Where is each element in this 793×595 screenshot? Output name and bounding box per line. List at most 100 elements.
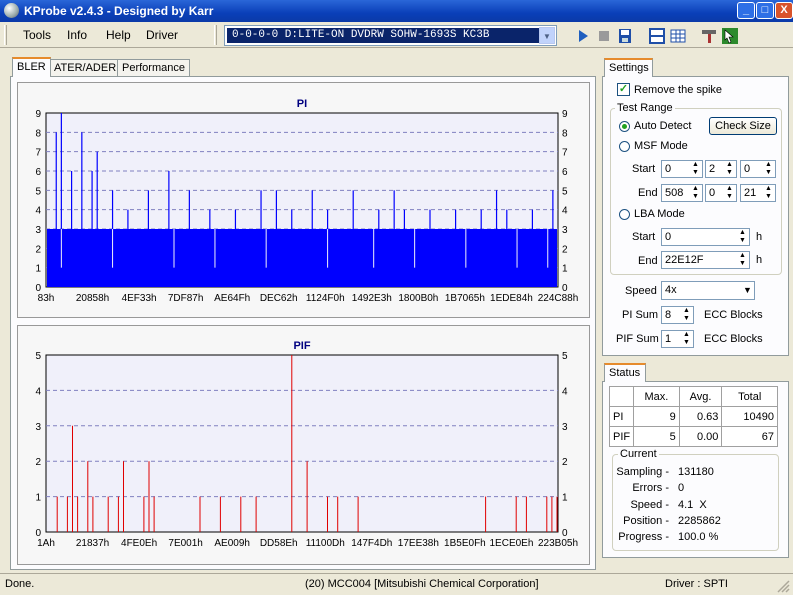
spin-arrows-icon[interactable]: ▲ ▼ [763, 161, 774, 177]
y-tick-label: 1 [35, 264, 41, 275]
remove-spike-label: Remove the spike [634, 84, 723, 96]
table-header [608, 386, 635, 407]
spin-arrows-icon[interactable]: ▲ ▼ [737, 252, 748, 268]
stop-icon[interactable] [595, 27, 613, 45]
x-tick-label: 1Ah [37, 538, 55, 549]
title-bar[interactable]: KProbe v2.4.3 - Designed by Karr _ □ X [0, 0, 793, 22]
tab-performance[interactable]: Performance [117, 59, 190, 77]
spin-arrows-icon[interactable]: ▲ ▼ [681, 307, 692, 323]
y-tick-label: 2 [35, 457, 41, 468]
menu-help[interactable]: Help [106, 28, 131, 42]
x-tick-label: 1EDE84h [490, 293, 533, 304]
status-bar: Done. (20) MCC004 [Mitsubishi Chemical C… [0, 573, 793, 595]
y-tick-label-right: 2 [562, 244, 568, 255]
msf-end-frame[interactable]: 21 ▲ ▼ [740, 184, 776, 202]
menu-tools[interactable]: Tools [23, 28, 51, 42]
help-icon[interactable] [721, 27, 739, 45]
play-icon[interactable] [574, 27, 592, 45]
pif-sum-input[interactable]: 1 ▲ ▼ [661, 330, 694, 348]
check-size-button[interactable]: Check Size [709, 117, 777, 135]
speed-label: Speed [625, 285, 657, 297]
msf-start-frame[interactable]: 0 ▲ ▼ [740, 160, 776, 178]
maximize-button[interactable]: □ [756, 2, 774, 19]
x-tick-label: 20858h [76, 293, 109, 304]
grid-icon[interactable] [669, 27, 687, 45]
y-tick-label-right: 1 [562, 493, 568, 504]
window-title: KProbe v2.4.3 - Designed by Karr [24, 4, 214, 18]
table-header: Max. [633, 386, 680, 407]
x-tick-label: 21837h [76, 538, 109, 549]
speed-select[interactable]: 4x ▼ [661, 281, 755, 300]
menu-info[interactable]: Info [67, 28, 87, 42]
tab-bler[interactable]: BLER [12, 57, 51, 77]
y-tick-label: 8 [35, 128, 41, 139]
drive-select[interactable]: 0-0-0-0 D:LITE-ON DVDRW SOHW-1693S KC3B … [224, 25, 557, 46]
x-tick-label: 7DF87h [168, 293, 204, 304]
close-button[interactable]: X [775, 2, 793, 19]
resize-grip-icon[interactable] [776, 579, 790, 593]
pi-sum-input[interactable]: 8 ▲ ▼ [661, 306, 694, 324]
driver-info: Driver : SPTI [665, 578, 728, 590]
toolbar-grip[interactable] [4, 25, 7, 45]
x-tick-label: 1492E3h [352, 293, 392, 304]
tab-settings[interactable]: Settings [604, 58, 653, 77]
chart-title: PI [297, 98, 307, 110]
layout-icon[interactable] [648, 27, 666, 45]
y-tick-label-right: 7 [562, 148, 568, 159]
table-cell: PI [608, 406, 635, 427]
save-icon[interactable] [616, 27, 634, 45]
x-tick-label: 83h [38, 293, 55, 304]
msf-end-min[interactable]: 508 ▲ ▼ [661, 184, 703, 202]
msf-end-sec[interactable]: 0 ▲ ▼ [705, 184, 737, 202]
x-tick-label: 11100Dh [306, 538, 345, 549]
y-tick-label: 7 [35, 148, 41, 159]
x-tick-label: DEC62h [260, 293, 298, 304]
table-header: Total [721, 386, 778, 407]
minimize-button[interactable]: _ [737, 2, 755, 19]
app-icon [4, 3, 19, 18]
tab-ater-ader[interactable]: ATER/ADER [49, 59, 122, 77]
msf-start-min[interactable]: 0 ▲ ▼ [661, 160, 703, 178]
table-cell: PIF [608, 426, 635, 447]
spin-arrows-icon[interactable]: ▲ ▼ [724, 185, 735, 201]
y-tick-label: 6 [35, 167, 41, 178]
table-row: PIF 5 0.00 67 [608, 426, 778, 447]
remove-spike-checkbox[interactable]: ✓ [617, 83, 630, 96]
spin-arrows-icon[interactable]: ▲ ▼ [690, 161, 701, 177]
sampling-value: 131180 [678, 466, 714, 478]
lba-start-label: Start [632, 231, 656, 243]
chevron-down-icon[interactable]: ▼ [539, 27, 555, 44]
toolbar-grip-2[interactable] [214, 25, 217, 45]
msf-start-sec[interactable]: 2 ▲ ▼ [705, 160, 737, 178]
spin-arrows-icon[interactable]: ▲ ▼ [763, 185, 774, 201]
spin-arrows-icon[interactable]: ▲ ▼ [690, 185, 701, 201]
y-tick-label-right: 3 [562, 225, 568, 236]
chart-title: PIF [293, 340, 310, 352]
auto-detect-radio[interactable] [619, 121, 630, 132]
lba-mode-label: LBA Mode [634, 208, 685, 220]
status-text: Done. [5, 578, 35, 590]
lba-start-input[interactable]: 0 ▲ ▼ [661, 228, 750, 246]
x-tick-label: 7E001h [168, 538, 202, 549]
msf-mode-radio[interactable] [619, 141, 630, 152]
spin-arrows-icon[interactable]: ▲ ▼ [681, 331, 692, 347]
x-tick-label: 4EF33h [122, 293, 157, 304]
table-header-row: Max. Avg. Total [608, 386, 778, 407]
table-cell: 10490 [721, 406, 778, 427]
y-tick-label: 5 [35, 186, 41, 197]
tools-icon[interactable] [700, 27, 718, 45]
speed-field-label: Speed - [630, 499, 669, 511]
tab-status[interactable]: Status [604, 363, 646, 382]
plot-area [45, 354, 559, 533]
pif-chart-svg: PIF0 01 12 23 34 45 51Ah 21837h 4FE0Eh 7E001h AE00… [35, 340, 578, 549]
spin-arrows-icon[interactable]: ▲ ▼ [737, 229, 748, 245]
menu-driver[interactable]: Driver [146, 28, 178, 42]
lba-end-input[interactable]: 22E12F ▲ ▼ [661, 251, 750, 269]
lba-mode-radio[interactable] [619, 209, 630, 220]
spin-arrows-icon[interactable]: ▲ ▼ [724, 161, 735, 177]
chevron-down-icon[interactable]: ▼ [742, 282, 753, 298]
table-cell: 0.00 [678, 426, 723, 447]
progress-label: Progress - [618, 531, 669, 543]
y-tick-label: 2 [35, 244, 41, 255]
y-tick-label: 5 [35, 351, 41, 362]
